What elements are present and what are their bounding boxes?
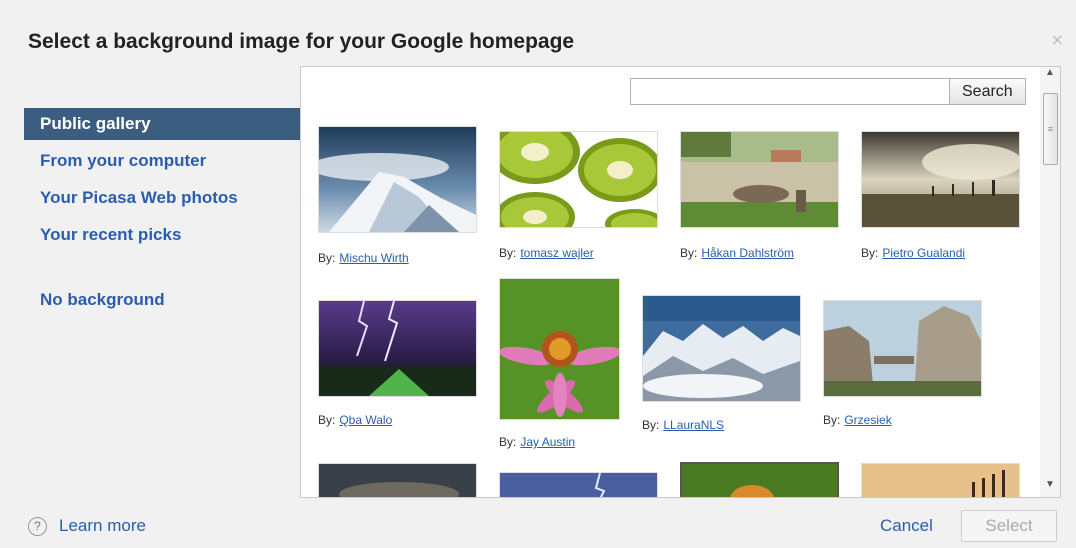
garden-photo: [681, 132, 838, 227]
photo-author-link[interactable]: Pietro Gualandi: [882, 246, 965, 260]
photo-thumbnail-partial[interactable]: [499, 472, 658, 497]
by-label: By:: [823, 413, 841, 427]
help-icon: ?: [28, 516, 47, 536]
photo-caption: By: Mischu Wirth: [318, 251, 409, 265]
flower-photo: [500, 279, 619, 419]
photo-author-link[interactable]: Qba Walo: [339, 413, 392, 427]
photo-thumbnail-garden[interactable]: [680, 131, 839, 228]
scrollbar-thumb[interactable]: ≡: [1043, 93, 1058, 165]
photo-caption: By: Jay Austin: [499, 435, 575, 449]
photo-caption: By: Pietro Gualandi: [861, 246, 965, 260]
sidebar-item-recent-picks[interactable]: Your recent picks: [0, 219, 300, 251]
landscape-photo: [862, 132, 1019, 227]
sidebar: Public gallery From your computer Your P…: [0, 108, 316, 321]
by-label: By:: [861, 246, 879, 260]
by-label: By:: [499, 246, 517, 260]
close-icon[interactable]: ×: [1051, 30, 1064, 49]
photo-caption: By: Qba Walo: [318, 413, 392, 427]
lightning-photo: [319, 301, 476, 396]
learn-more-link[interactable]: Learn more: [59, 516, 146, 536]
photo-author-link[interactable]: Mischu Wirth: [339, 251, 408, 265]
by-label: By:: [642, 418, 660, 432]
photo-author-link[interactable]: tomasz wajler: [520, 246, 593, 260]
photo-caption: By: Håkan Dahlström: [680, 246, 794, 260]
photo-caption: By: tomasz wajler: [499, 246, 594, 260]
photo-caption: By: Grzesiek: [823, 413, 892, 427]
photo-thumbnail-flower[interactable]: [499, 278, 620, 420]
select-button[interactable]: Select: [961, 510, 1057, 542]
search-input[interactable]: [630, 78, 950, 105]
mountain-photo: [319, 127, 476, 232]
scroll-up-arrow-icon[interactable]: ▲: [1040, 67, 1060, 85]
mountain-range-photo: [643, 296, 800, 401]
by-label: By:: [499, 435, 517, 449]
background-picker-dialog: Select a background image for your Googl…: [0, 0, 1076, 548]
storm-sky-photo: [500, 473, 657, 497]
photo-thumbnail-mountain[interactable]: [318, 126, 477, 233]
photo-thumbnail-partial[interactable]: [861, 463, 1020, 497]
photo-thumbnail-landscape[interactable]: [861, 131, 1020, 228]
scroll-down-arrow-icon[interactable]: ▼: [1040, 479, 1060, 497]
photo-author-link[interactable]: Håkan Dahlström: [701, 246, 794, 260]
photo-author-link[interactable]: LLauraNLS: [663, 418, 724, 432]
dialog-title: Select a background image for your Googl…: [28, 30, 575, 53]
search-button[interactable]: Search: [950, 78, 1026, 105]
by-label: By:: [318, 251, 336, 265]
photo-thumbnail-rocks[interactable]: [823, 300, 982, 397]
sidebar-item-picasa[interactable]: Your Picasa Web photos: [0, 182, 300, 214]
photo-thumbnail-partial[interactable]: [318, 463, 477, 497]
photo-author-link[interactable]: Jay Austin: [520, 435, 575, 449]
cancel-button[interactable]: Cancel: [880, 516, 933, 536]
photo-thumbnail-lightning[interactable]: [318, 300, 477, 397]
by-label: By:: [680, 246, 698, 260]
rocks-photo: [824, 301, 981, 396]
sunset-fence-photo: [862, 464, 1019, 497]
photo-caption: By: LLauraNLS: [642, 418, 724, 432]
dark-sky-photo: [319, 464, 476, 497]
kiwi-photo: [500, 132, 657, 227]
help-link[interactable]: ? Learn more: [28, 516, 146, 536]
gallery-scrollbar[interactable]: ▲ ≡ ▼: [1040, 66, 1061, 498]
photo-author-link[interactable]: Grzesiek: [844, 413, 891, 427]
photo-thumbnail-mountain-range[interactable]: [642, 295, 801, 402]
sidebar-item-from-computer[interactable]: From your computer: [0, 145, 300, 177]
gallery-panel: Search By: Mischu Wirth By: tomasz wajle…: [300, 66, 1041, 498]
sidebar-item-public-gallery[interactable]: Public gallery: [24, 108, 316, 140]
photo-thumbnail-kiwi[interactable]: [499, 131, 658, 228]
by-label: By:: [318, 413, 336, 427]
photo-thumbnail-partial[interactable]: [680, 462, 839, 497]
green-bird-photo: [682, 464, 837, 497]
sidebar-item-no-background[interactable]: No background: [0, 284, 300, 316]
search-bar: Search: [630, 78, 1026, 105]
